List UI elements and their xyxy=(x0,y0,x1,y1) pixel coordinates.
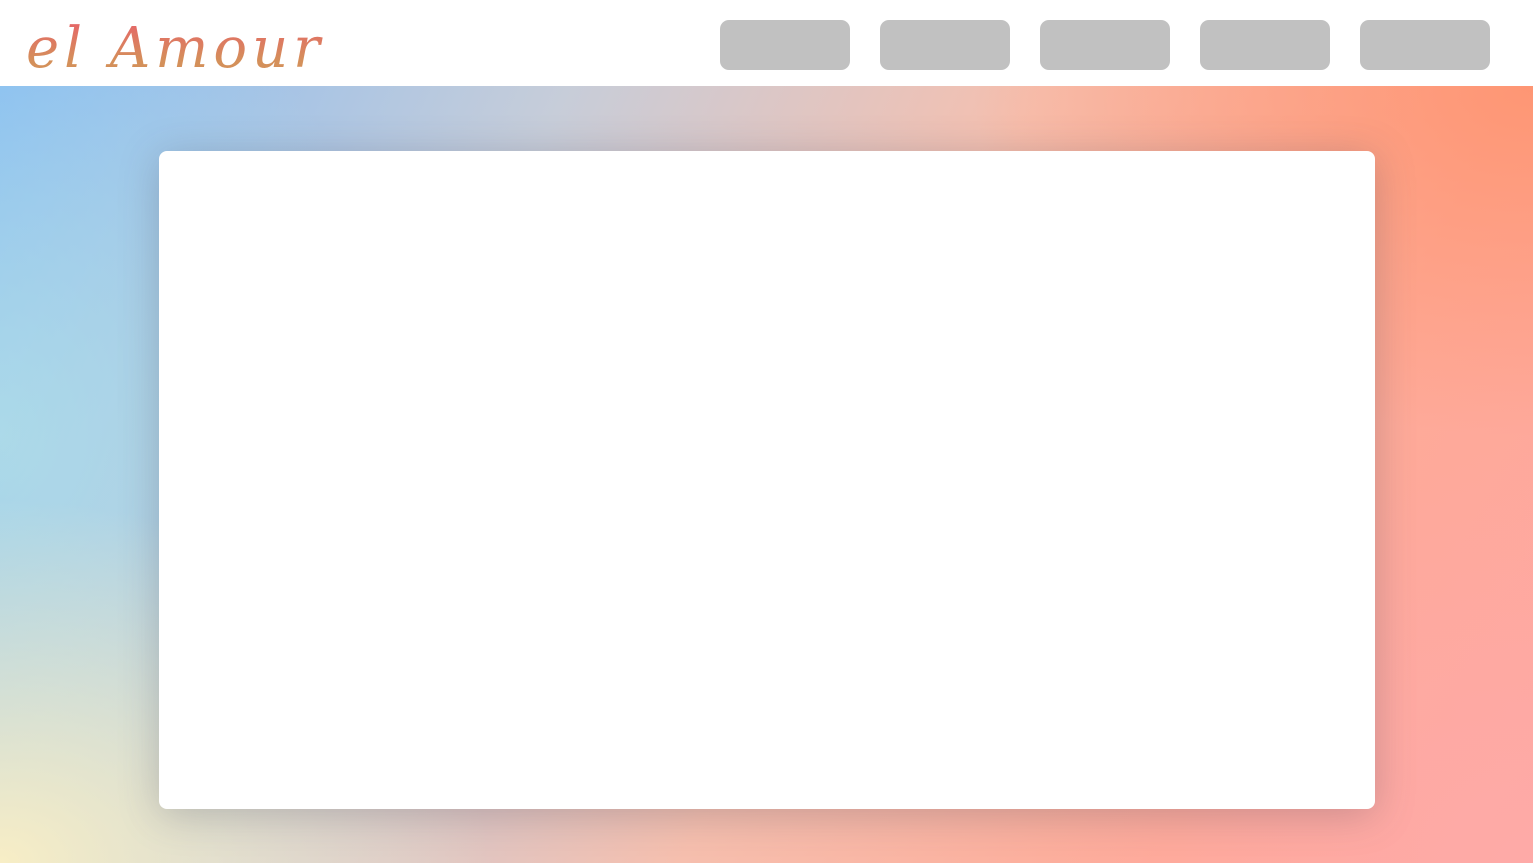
main-nav xyxy=(720,20,1490,70)
site-header: el Amour xyxy=(0,0,1533,86)
nav-button-4[interactable] xyxy=(1200,20,1330,70)
nav-button-5[interactable] xyxy=(1360,20,1490,70)
site-logo[interactable]: el Amour xyxy=(26,14,325,84)
content-panel xyxy=(159,151,1375,809)
nav-button-3[interactable] xyxy=(1040,20,1170,70)
logo-text: el Amour xyxy=(26,16,325,81)
nav-button-2[interactable] xyxy=(880,20,1010,70)
hero-gradient-background xyxy=(0,86,1533,863)
nav-button-1[interactable] xyxy=(720,20,850,70)
